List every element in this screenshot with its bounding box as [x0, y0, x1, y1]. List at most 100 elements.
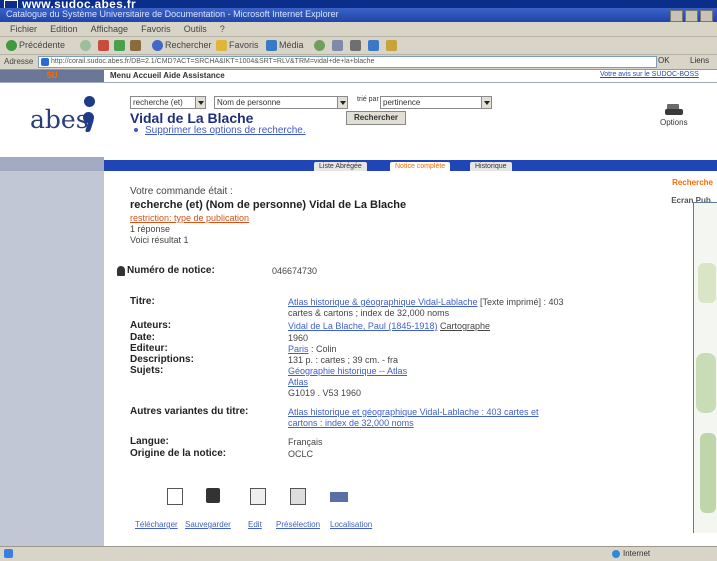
menu-affichage[interactable]: Affichage	[91, 22, 128, 36]
status-bar	[0, 546, 717, 561]
variantes-line2[interactable]: cartons : index de 32,000 noms	[288, 418, 414, 428]
map-region	[698, 263, 716, 303]
sujets-code: G1019 . V53 1960	[288, 388, 362, 398]
tab-notice-complete[interactable]: Notice complète	[390, 162, 451, 171]
menu-help[interactable]: ?	[220, 22, 225, 36]
star-icon	[216, 40, 227, 52]
origine-value: OCLC	[288, 449, 314, 459]
action-telecharger[interactable]: Télécharger	[135, 520, 178, 529]
bullet-icon	[134, 128, 138, 132]
stop-button[interactable]	[96, 40, 111, 52]
page-icon	[41, 58, 49, 66]
search-button-toolbar[interactable]: Rechercher	[150, 40, 212, 52]
menu-edition[interactable]: Edition	[50, 22, 78, 36]
chevron-down-icon	[195, 97, 205, 108]
discuss-button[interactable]	[384, 40, 399, 52]
tab-historique[interactable]: Historique	[470, 162, 512, 171]
history-icon	[314, 40, 325, 52]
command-label: Votre commande était :	[130, 186, 233, 197]
preselect-icon[interactable]	[290, 488, 306, 505]
feedback-link[interactable]: Votre avis sur le SUDOC-BOSS	[600, 71, 699, 78]
edit-button[interactable]	[366, 40, 381, 52]
sujets-link[interactable]: Géographie historique -- Atlas	[288, 366, 407, 376]
mail-button[interactable]	[330, 40, 345, 52]
result-count: 1 réponse	[130, 224, 171, 234]
media-icon	[266, 40, 277, 52]
site-nav-active-tab[interactable]: SU	[0, 70, 104, 82]
logo-dot-icon	[84, 96, 95, 107]
history-button[interactable]	[312, 40, 327, 52]
address-label: Adresse	[4, 57, 34, 66]
edit-doc-icon[interactable]	[250, 488, 266, 505]
langue-label: Langue:	[130, 436, 169, 447]
sujets-link-2[interactable]: Atlas	[288, 377, 308, 387]
search-field-select[interactable]: Nom de personne	[214, 96, 348, 109]
editeur-label: Editeur:	[130, 343, 168, 354]
favorites-button[interactable]: Favoris	[214, 40, 259, 52]
auteurs-role: Cartographe	[439, 321, 491, 331]
map-thumbnail	[693, 202, 717, 533]
address-input[interactable]: http://corail.sudoc.abes.fr/DB=2.1/CMD?A…	[38, 56, 657, 68]
printer-options-icon[interactable]	[665, 104, 683, 116]
result-showing: Voici résultat 1	[130, 235, 189, 245]
titre-link[interactable]: Atlas historique & géographique Vidal-La…	[288, 297, 477, 307]
media-button[interactable]: Média	[264, 40, 304, 52]
notice-number-label: Numéro de notice:	[127, 265, 215, 276]
forward-button[interactable]	[78, 40, 93, 52]
langue-value: Français	[288, 437, 323, 447]
menu-outils[interactable]: Outils	[184, 22, 207, 36]
search-icon	[152, 40, 163, 52]
action-preselection[interactable]: Présélection	[276, 520, 320, 529]
address-bar: Adresse http://corail.sudoc.abes.fr/DB=2…	[0, 55, 717, 70]
abes-logo-text: abes	[30, 105, 89, 134]
action-edit[interactable]: Edit	[248, 520, 262, 529]
page-status-icon	[4, 549, 13, 558]
auteurs-link[interactable]: Vidal de La Blache, Paul (1845-1918)	[288, 321, 437, 331]
minimize-button[interactable]	[670, 10, 683, 22]
go-button[interactable]: OK	[658, 56, 670, 65]
sujets-label: Sujets:	[130, 365, 164, 376]
print-button[interactable]	[348, 40, 363, 52]
search-term-input[interactable]: Vidal de La Blache	[130, 110, 330, 126]
left-sidebar	[0, 157, 104, 557]
menu-favoris[interactable]: Favoris	[141, 22, 171, 36]
window-title: Catalogue du Système Universitaire de Do…	[6, 9, 339, 19]
remove-search-options-link[interactable]: Supprimer les options de recherche.	[145, 125, 306, 136]
home-button[interactable]	[128, 40, 143, 52]
refresh-icon	[114, 40, 125, 52]
options-label[interactable]: Options	[660, 118, 688, 127]
save-icon[interactable]	[206, 488, 220, 503]
printer-icon	[350, 40, 361, 52]
map-region	[696, 353, 716, 413]
sort-select[interactable]: pertinence	[380, 96, 492, 109]
variantes-line1[interactable]: Atlas historique et géographique Vidal-L…	[288, 407, 539, 417]
editeur-link[interactable]: Paris	[288, 344, 309, 354]
site-nav-links[interactable]: Menu Accueil Aide Assistance	[110, 71, 225, 80]
variantes-label: Autres variantes du titre:	[130, 406, 249, 417]
restriction-link[interactable]: restriction: type de publication	[130, 213, 249, 223]
origine-label: Origine de la notice:	[130, 448, 227, 459]
stop-icon	[98, 40, 109, 52]
tab-liste-abregee[interactable]: Liste Abrégée	[314, 162, 367, 171]
maximize-button[interactable]	[685, 10, 698, 22]
download-icon[interactable]	[167, 488, 183, 505]
sidebar-item-recherche[interactable]: Recherche	[613, 178, 717, 187]
mail-icon	[332, 40, 343, 52]
sort-label: trié par	[357, 96, 379, 103]
search-mode-select[interactable]: recherche (et)	[130, 96, 206, 109]
links-button[interactable]: Liens	[690, 56, 709, 65]
notice-number-value: 046674730	[272, 266, 318, 276]
action-localisation[interactable]: Localisation	[330, 520, 372, 529]
close-button[interactable]	[700, 10, 713, 22]
auteurs-label: Auteurs:	[130, 320, 172, 331]
address-value: http://corail.sudoc.abes.fr/DB=2.1/CMD?A…	[51, 58, 375, 65]
back-button[interactable]: Précédente	[4, 40, 65, 52]
location-icon[interactable]	[330, 492, 348, 502]
person-icon	[117, 266, 125, 276]
globe-icon	[612, 549, 620, 558]
window-titlebar: Catalogue du Système Universitaire de Do…	[0, 8, 717, 22]
refresh-button[interactable]	[112, 40, 127, 52]
search-button[interactable]: Rechercher	[346, 111, 406, 125]
menu-fichier[interactable]: Fichier	[10, 22, 37, 36]
action-sauvegarder[interactable]: Sauvegarder	[185, 520, 231, 529]
